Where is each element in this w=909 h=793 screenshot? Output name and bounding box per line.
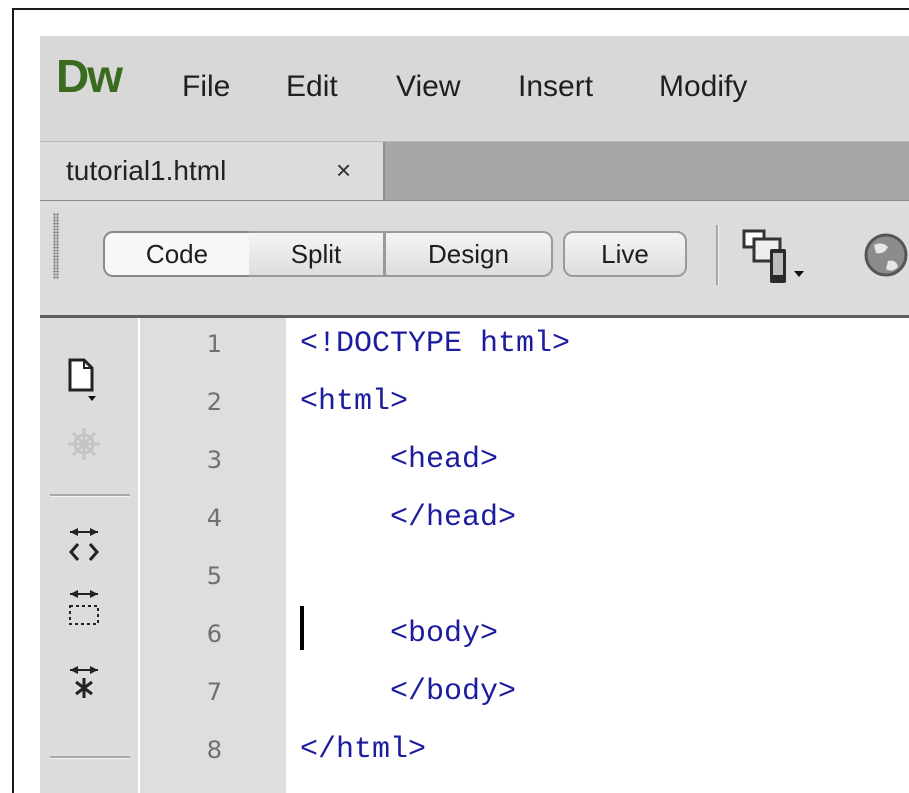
line-number: 5 [206, 562, 222, 590]
menu-view[interactable]: View [396, 70, 460, 104]
menu-modify[interactable]: Modify [659, 70, 747, 104]
code-line[interactable]: <!DOCTYPE html> [300, 326, 570, 362]
open-documents-icon[interactable] [66, 356, 102, 411]
document-toolbar: Code Split Design Live [40, 201, 909, 318]
show-code-navigator-icon[interactable] [66, 426, 102, 471]
line-number: 1 [206, 330, 222, 358]
window-frame: Dw File Edit View Insert Modify tutorial… [12, 8, 909, 793]
toolbar-divider [716, 225, 719, 285]
line-number: 8 [206, 736, 222, 764]
menu-file[interactable]: File [182, 70, 230, 104]
line-number: 6 [206, 620, 222, 648]
code-line[interactable]: </head> [300, 500, 516, 536]
code-view-button[interactable]: Code [103, 231, 251, 277]
dreamweaver-logo: Dw [56, 50, 123, 102]
toolbar-divider [50, 756, 130, 759]
line-number-gutter: 1 2 3 4 5 6 7 8 [140, 318, 286, 793]
split-view-button[interactable]: Split [249, 231, 385, 277]
live-view-button[interactable]: Live [563, 231, 687, 277]
code-line[interactable]: <body> [300, 616, 498, 652]
preview-in-browser-icon[interactable] [858, 227, 909, 292]
line-number: 7 [206, 678, 222, 706]
toolbar-grip-icon[interactable] [53, 213, 59, 279]
coding-toolbar [40, 318, 140, 793]
code-line[interactable]: <head> [300, 442, 498, 478]
menu-insert[interactable]: Insert [518, 70, 593, 104]
line-number: 4 [206, 504, 222, 532]
toolbar-divider [50, 494, 130, 497]
text-caret [300, 606, 304, 650]
code-line[interactable]: </body> [300, 674, 516, 710]
dreamweaver-app: Dw File Edit View Insert Modify tutorial… [40, 36, 909, 793]
code-line[interactable]: <html> [300, 384, 408, 420]
design-view-button[interactable]: Design [385, 231, 553, 277]
tab-label: tutorial1.html [66, 155, 227, 186]
tab-tutorial1-html[interactable]: tutorial1.html × [40, 142, 385, 200]
collapse-selection-icon[interactable] [66, 588, 102, 637]
expand-all-icon[interactable] [66, 662, 102, 711]
menu-edit[interactable]: Edit [286, 70, 338, 104]
line-number: 2 [206, 388, 222, 416]
close-icon[interactable]: × [336, 155, 351, 186]
line-number: 3 [206, 446, 222, 474]
collapse-full-tag-icon[interactable] [66, 526, 102, 575]
code-editor[interactable]: <!DOCTYPE html> <html> <head> </head> <b… [286, 318, 909, 793]
code-line[interactable]: </html> [300, 732, 426, 768]
multiscreen-preview-icon[interactable] [742, 227, 812, 292]
document-tab-strip: tutorial1.html × [40, 141, 909, 202]
menu-bar: Dw File Edit View Insert Modify [40, 36, 909, 141]
